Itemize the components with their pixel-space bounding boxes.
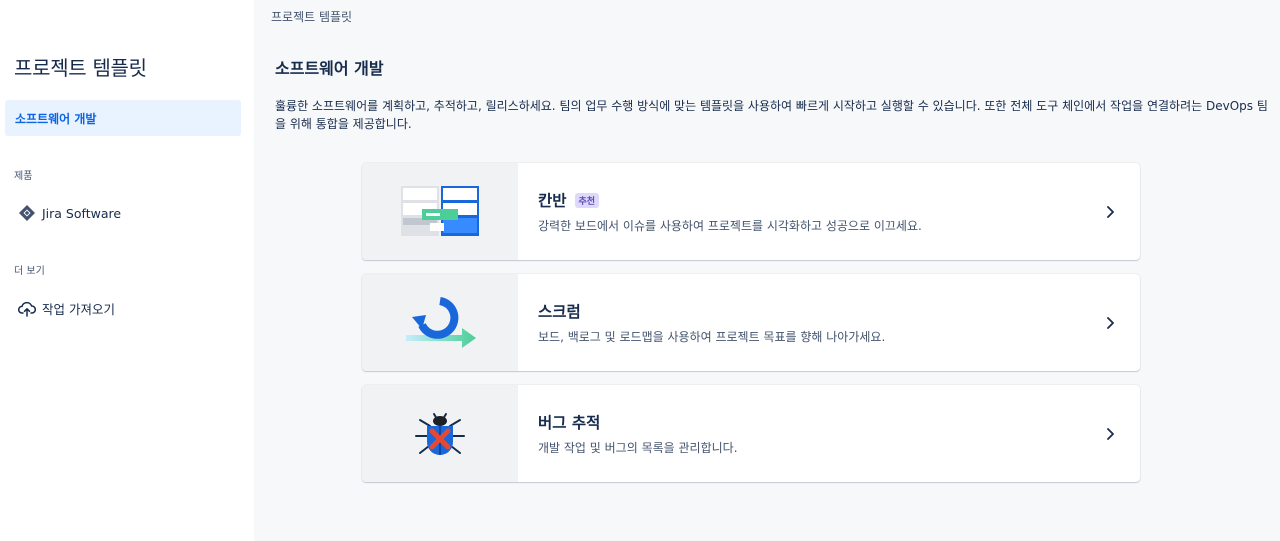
chevron-right-icon	[1080, 274, 1140, 371]
card-title-row: 스크럼	[538, 300, 1080, 322]
card-description: 개발 작업 및 버그의 목록을 관리합니다.	[538, 441, 738, 455]
template-card-scrum[interactable]: 스크럼 보드, 백로그 및 로드맵을 사용하여 프로젝트 목표를 향해 나아가세…	[362, 274, 1140, 371]
breadcrumb[interactable]: 프로젝트 템플릿	[271, 8, 352, 25]
card-description: 강력한 보드에서 이슈를 사용하여 프로젝트를 시각화하고 성공으로 이끄세요.	[538, 219, 922, 233]
sidebar-item-label: 작업 가져오기	[42, 302, 115, 317]
recommended-badge: 추천	[574, 192, 600, 208]
card-title-row: 버그 추적	[538, 411, 1080, 433]
card-title: 스크럼	[538, 303, 581, 321]
bug-illustration-icon	[362, 385, 518, 482]
jira-logo-icon	[18, 204, 36, 222]
sidebar: 프로젝트 템플릿 소프트웨어 개발 제품 Jira Software 더 보기 …	[0, 0, 254, 541]
chevron-right-icon	[1080, 163, 1140, 260]
kanban-illustration-icon	[362, 163, 518, 260]
page-title: 소프트웨어 개발	[275, 59, 384, 78]
template-card-bug-tracking[interactable]: 버그 추적 개발 작업 및 버그의 목록을 관리합니다.	[362, 385, 1140, 482]
chevron-right-icon	[1080, 385, 1140, 482]
card-description: 보드, 백로그 및 로드맵을 사용하여 프로젝트 목표를 향해 나아가세요.	[538, 330, 886, 344]
sidebar-item-jira-software[interactable]: Jira Software	[18, 204, 121, 222]
cloud-upload-icon	[18, 300, 36, 318]
page-description: 훌륭한 소프트웨어를 계획하고, 추적하고, 릴리스하세요. 팀의 업무 수행 …	[275, 99, 1268, 131]
sidebar-title: 프로젝트 템플릿	[14, 56, 147, 80]
sidebar-section-products: 제품	[14, 171, 33, 182]
main-content: 프로젝트 템플릿 소프트웨어 개발 훌륭한 소프트웨어를 계획하고, 추적하고,…	[254, 0, 1280, 541]
card-title: 버그 추적	[538, 414, 601, 432]
sidebar-item-import-work[interactable]: 작업 가져오기	[18, 299, 115, 318]
card-title: 칸반	[538, 192, 567, 210]
template-card-kanban[interactable]: 칸반 추천 강력한 보드에서 이슈를 사용하여 프로젝트를 시각화하고 성공으로…	[362, 163, 1140, 260]
sidebar-item-label: Jira Software	[42, 205, 122, 221]
sidebar-item-software-development[interactable]: 소프트웨어 개발	[5, 100, 241, 136]
sidebar-section-more: 더 보기	[14, 266, 45, 277]
card-title-row: 칸반 추천	[538, 189, 1080, 211]
scrum-illustration-icon	[362, 274, 518, 371]
